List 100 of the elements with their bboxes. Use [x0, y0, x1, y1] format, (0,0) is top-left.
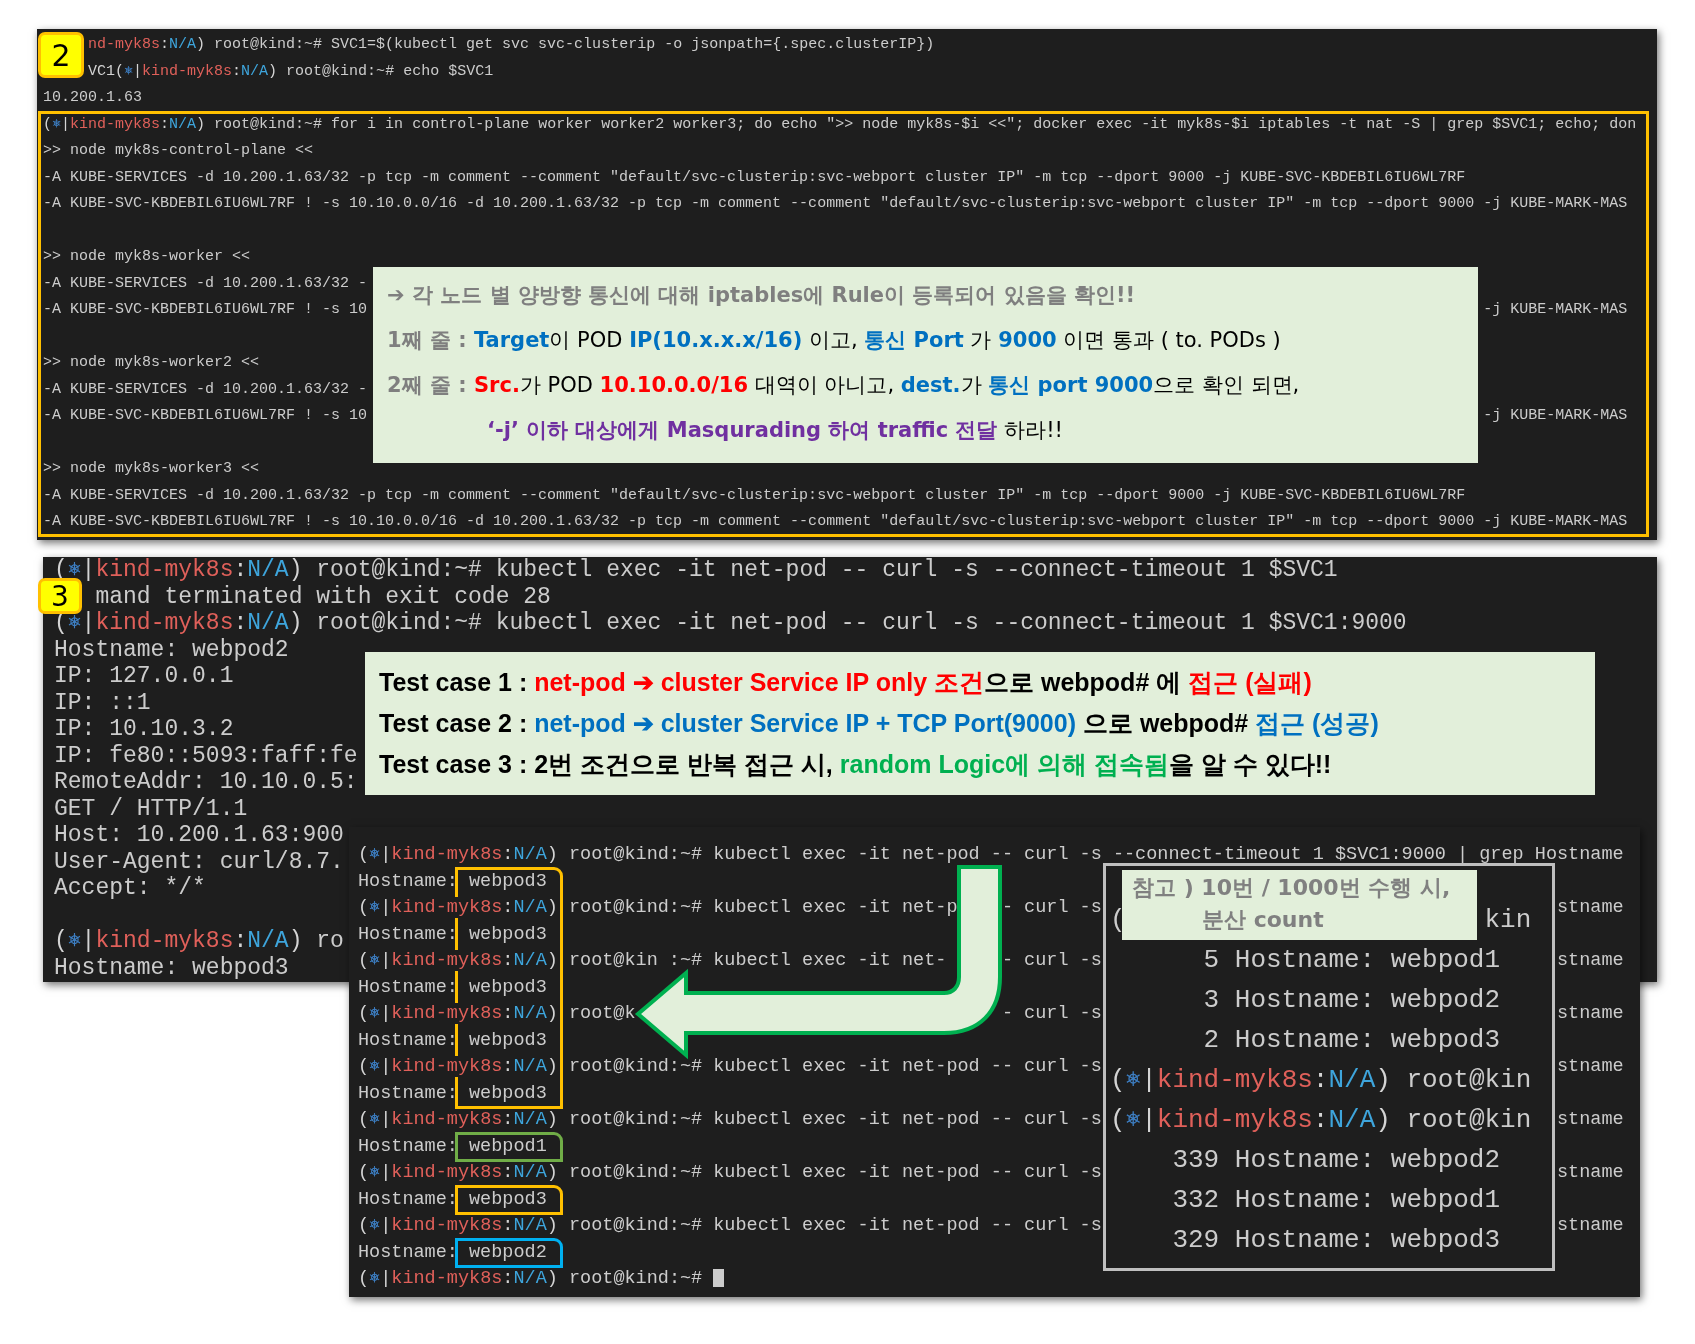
command-text: - curl -s: [1001, 949, 1102, 973]
note-text: 분산 count: [1201, 906, 1325, 934]
output-text: Hostname: webpod1: [1234, 945, 1501, 975]
output-text: -A KUBE-SVC-KBDEBIL6IU6WL7RF ! -s 10: [43, 301, 368, 318]
output-text: -j KUBE-MARK-MAS: [1483, 406, 1628, 426]
shell-prompt: (⎈|kind-myk8s:N/A): [358, 1056, 558, 1077]
output-text: Hostname:: [358, 1082, 458, 1104]
command-text: root@k: [568, 1002, 636, 1026]
command-text: root@kind:~# kubectl exec -it net-pod -- curl -s: [568, 1055, 1102, 1079]
command-text: root@kind:~# kubectl exec -it net-p: [568, 896, 958, 920]
output-text: Accept: */*: [54, 875, 206, 901]
output-text: (: [1110, 904, 1126, 937]
callout-text: 2째 줄 : Src.가 POD 10.10.0.0/16 대역이 아니고, dest.가 통신 port 9000으로 확인 되면,: [387, 372, 1301, 399]
output-text: >> node myk8s-worker2 <<: [43, 354, 260, 371]
output-text: Hostname:: [358, 870, 458, 892]
command-text: root@kin: [1406, 1065, 1532, 1095]
command-text: root@kind:~# kubectl exec -it net-pod -- curl -s --connect-timeout 1 $SVC1:9000: [316, 610, 1407, 636]
command-text: stname: [1557, 1002, 1624, 1026]
note-text: 참고 ) 10번 / 1000번 수행 시,: [1132, 874, 1452, 902]
command-text: root@kind:~#: [568, 1268, 703, 1289]
shell-prompt: (⎈|kind-myk8s:N/A): [358, 950, 558, 971]
output-text: User-Agent: curl/8.7.: [54, 848, 344, 875]
callout-text: ➔ 각 노드 별 양방향 통신에 대해 iptables에 Rule이 등록되어 있음을 확인!!: [387, 282, 1137, 309]
command-text: root@kind:~# for i in control-plane worker worker2 worker3; do echo ">> node myk8s-$i <<"; docker exec -it myk8s-$i iptables -t nat -S | grep $SVC1; echo; don: [214, 115, 1637, 133]
text-cursor: [713, 1268, 725, 1288]
output-text: -A KUBE-SERVICES -d 10.200.1.63/32 -p tcp -m comment --comment "default/svc-clusterip:svc-webport cluster IP" -m tcp --dport 9000 -j KUBE-SVC-KBDEBIL6IU6WL7RF: [43, 486, 1466, 504]
count-text: 2: [1202, 1024, 1220, 1057]
callout-text: 1째 줄 : Target이 POD IP(10.x.x.x/16) 이고, 통신 Port 가 9000 이면 통과 ( to. PODs ): [387, 327, 1282, 354]
shell-prompt: (⎈|kind-myk8s:N/A): [43, 115, 206, 133]
shell-prompt: (⎈|kind-myk8s:N/A): [358, 1003, 558, 1024]
command-text: ro: [316, 928, 344, 954]
output-text: kin: [1484, 904, 1532, 937]
callout-text: Test case 2 : net-pod ➔ cluster Service IP + TCP Port(9000) 으로 webpod# 접근 (성공): [379, 708, 1380, 739]
command-text: - curl -s: [1001, 1002, 1102, 1026]
shell-prompt: VC1(⎈|kind-myk8s:N/A): [88, 62, 278, 80]
output-text: Hostname: webpod3: [1234, 1225, 1501, 1255]
output-text: -A KUBE-SVC-KBDEBIL6IU6WL7RF ! -s 10.10.0.0/16 -d 10.200.1.63/32 -p tcp -m comment --comment "default/svc-clusterip:svc-webport cluster IP" -m tcp --dport 9000 -j KUBE-MARK-MAS: [43, 513, 1628, 530]
output-text: Hostname: webpod3: [54, 954, 289, 981]
callout-text: Test case 3 : 2번 조건으로 반복 접근 시, random Logic에 의해 접속됨을 알 수 있다!!: [379, 749, 1333, 780]
output-text: >> node myk8s-control-plane <<: [43, 142, 314, 159]
command-text: root@kind:~# kubectl exec -it net-pod -- curl -s --connect-timeout 1 $SVC1: [316, 557, 1338, 583]
output-text: -j KUBE-MARK-MAS: [1483, 300, 1628, 320]
output-text: Hostname:: [358, 976, 458, 998]
output-text: -A KUBE-SVC-KBDEBIL6IU6WL7RF ! -s 10.10.0.0/16 -d 10.200.1.63/32 -p tcp -m comment --comment "default/svc-clusterip:svc-webport cluster IP" -m tcp --dport 9000 -j KUBE-MARK-MAS: [43, 195, 1628, 212]
command-text: root@kin: [568, 949, 658, 973]
command-text: root@kind:~# kubectl exec -it net-pod -- curl -s --connect-timeout 1 $SVC1:9000 | grep Hostname: [568, 843, 1624, 867]
output-text: Hostname:: [358, 1188, 458, 1210]
command-text: - curl -s: [1001, 896, 1102, 920]
output-text: mand terminated with exit code 28: [95, 583, 551, 610]
output-text: Hostname:: [358, 1135, 458, 1157]
shell-prompt: (⎈|kind-myk8s:N/A): [358, 1215, 558, 1236]
output-text: Hostname: webpod2: [1234, 1145, 1501, 1175]
command-text: root@kind:~# kubectl exec -it net-pod -- curl -s: [568, 1161, 1102, 1185]
command-text: stname: [1557, 1161, 1624, 1185]
output-text: RemoteAddr: 10.10.0.5:: [54, 769, 358, 795]
output-text: Hostname: webpod1: [1234, 1185, 1501, 1215]
hostname-text: webpod1: [469, 1135, 547, 1157]
count-text: 329: [1171, 1224, 1220, 1257]
shell-prompt: (⎈|kind-myk8s:N/A): [358, 1162, 558, 1183]
step-badge: 2: [38, 32, 84, 78]
output-text: Hostname:: [358, 1241, 458, 1263]
command-text: stname: [1557, 949, 1624, 973]
output-text: IP: ::1: [54, 689, 151, 716]
output-text: -A KUBE-SERVICES -d 10.200.1.63/32 -: [43, 274, 368, 292]
command-text: stname: [1557, 896, 1624, 920]
output-text: Hostname:: [358, 923, 458, 945]
output-text: -A KUBE-SERVICES -d 10.200.1.63/32 -p tcp -m comment --comment "default/svc-clusterip:svc-webport cluster IP" -m tcp --dport 9000 -j KUBE-SVC-KBDEBIL6IU6WL7RF: [43, 168, 1466, 186]
hostname-text: webpod3: [469, 1188, 547, 1210]
output-text: >> node myk8s-worker <<: [43, 248, 251, 265]
hostname-text: webpod2: [469, 1241, 547, 1263]
step-badge: 3: [38, 578, 82, 614]
hostname-text: webpod3: [469, 1082, 547, 1104]
count-text: 3: [1202, 984, 1220, 1017]
count-text: 339: [1171, 1144, 1220, 1177]
command-text: root@kind:~# echo $SVC1: [286, 62, 494, 80]
output-text: -A KUBE-SERVICES -d 10.200.1.63/32 -: [43, 380, 368, 398]
command-text: root@kind:~# SVC1=$(kubectl get svc svc-clusterip -o jsonpath={.spec.clusterIP}): [214, 36, 935, 53]
output-text: IP: fe80::5093:faff:fe: [54, 742, 358, 769]
callout-text: Test case 1 : net-pod ➔ cluster Service IP only 조건으로 webpod# 에 접근 (실패): [379, 667, 1313, 698]
output-text: -A KUBE-SVC-KBDEBIL6IU6WL7RF ! -s 10: [43, 407, 368, 424]
output-text: Host: 10.200.1.63:900: [54, 822, 344, 848]
command-text: stname: [1557, 1214, 1624, 1238]
command-text: root@kind:~# kubectl exec -it net-pod -- curl -s: [568, 1214, 1102, 1238]
hostname-text: webpod3: [469, 976, 547, 998]
shell-prompt: (⎈|kind-myk8s:N/A): [358, 1109, 558, 1130]
shell-prompt: (⎈|kind-myk8s:N/A): [358, 897, 558, 918]
output-text: Hostname: webpod2: [54, 636, 289, 663]
hostname-text: webpod3: [469, 1029, 547, 1051]
command-text: stname: [1557, 1055, 1624, 1079]
command-text: :~# kubectl exec -it net-: [668, 949, 947, 973]
count-text: 332: [1171, 1184, 1220, 1217]
output-text: >> node myk8s-worker3 <<: [43, 460, 260, 477]
output-text: 10.200.1.63: [43, 89, 143, 106]
count-text: 5: [1202, 944, 1220, 977]
hostname-text: webpod3: [469, 870, 547, 892]
callout-text: ‘-j’ 이하 대상에게 Masqurading 하여 traffic 전달 하라!!: [486, 417, 1064, 444]
command-text: stname: [1557, 1108, 1624, 1132]
command-text: root@kin: [1406, 1105, 1532, 1135]
command-text: root@kind:~# kubectl exec -it net-pod -- curl -s: [568, 1108, 1102, 1132]
output-text: Hostname: webpod2: [1234, 985, 1501, 1015]
